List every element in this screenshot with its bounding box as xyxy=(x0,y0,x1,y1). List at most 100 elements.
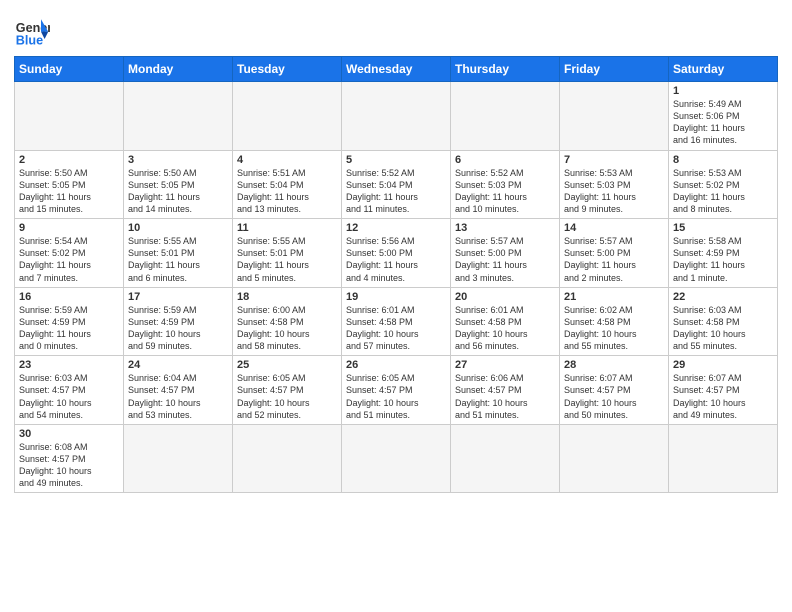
weekday-sunday: Sunday xyxy=(15,57,124,82)
day-info: Sunrise: 5:50 AM Sunset: 5:05 PM Dayligh… xyxy=(128,167,228,216)
day-cell: 12Sunrise: 5:56 AM Sunset: 5:00 PM Dayli… xyxy=(342,219,451,288)
day-info: Sunrise: 5:58 AM Sunset: 4:59 PM Dayligh… xyxy=(673,235,773,284)
day-info: Sunrise: 6:07 AM Sunset: 4:57 PM Dayligh… xyxy=(564,372,664,421)
day-cell: 27Sunrise: 6:06 AM Sunset: 4:57 PM Dayli… xyxy=(451,356,560,425)
day-cell: 7Sunrise: 5:53 AM Sunset: 5:03 PM Daylig… xyxy=(560,150,669,219)
day-info: Sunrise: 5:59 AM Sunset: 4:59 PM Dayligh… xyxy=(19,304,119,353)
day-info: Sunrise: 5:52 AM Sunset: 5:03 PM Dayligh… xyxy=(455,167,555,216)
day-number: 24 xyxy=(128,359,228,371)
page: General Blue SundayMondayTuesdayWednesda… xyxy=(0,0,792,612)
day-number: 23 xyxy=(19,359,119,371)
day-cell: 30Sunrise: 6:08 AM Sunset: 4:57 PM Dayli… xyxy=(15,424,124,493)
day-cell: 1Sunrise: 5:49 AM Sunset: 5:06 PM Daylig… xyxy=(669,82,778,151)
day-cell: 20Sunrise: 6:01 AM Sunset: 4:58 PM Dayli… xyxy=(451,287,560,356)
day-cell: 14Sunrise: 5:57 AM Sunset: 5:00 PM Dayli… xyxy=(560,219,669,288)
day-info: Sunrise: 6:05 AM Sunset: 4:57 PM Dayligh… xyxy=(237,372,337,421)
day-number: 8 xyxy=(673,154,773,166)
day-info: Sunrise: 5:53 AM Sunset: 5:03 PM Dayligh… xyxy=(564,167,664,216)
day-info: Sunrise: 5:59 AM Sunset: 4:59 PM Dayligh… xyxy=(128,304,228,353)
day-cell xyxy=(451,424,560,493)
day-info: Sunrise: 5:55 AM Sunset: 5:01 PM Dayligh… xyxy=(128,235,228,284)
day-cell xyxy=(233,82,342,151)
day-cell: 17Sunrise: 5:59 AM Sunset: 4:59 PM Dayli… xyxy=(124,287,233,356)
day-cell: 10Sunrise: 5:55 AM Sunset: 5:01 PM Dayli… xyxy=(124,219,233,288)
day-info: Sunrise: 6:06 AM Sunset: 4:57 PM Dayligh… xyxy=(455,372,555,421)
day-info: Sunrise: 6:01 AM Sunset: 4:58 PM Dayligh… xyxy=(455,304,555,353)
day-info: Sunrise: 5:56 AM Sunset: 5:00 PM Dayligh… xyxy=(346,235,446,284)
day-info: Sunrise: 5:50 AM Sunset: 5:05 PM Dayligh… xyxy=(19,167,119,216)
day-number: 20 xyxy=(455,291,555,303)
day-info: Sunrise: 5:53 AM Sunset: 5:02 PM Dayligh… xyxy=(673,167,773,216)
day-info: Sunrise: 6:07 AM Sunset: 4:57 PM Dayligh… xyxy=(673,372,773,421)
day-cell: 13Sunrise: 5:57 AM Sunset: 5:00 PM Dayli… xyxy=(451,219,560,288)
day-number: 29 xyxy=(673,359,773,371)
day-info: Sunrise: 5:57 AM Sunset: 5:00 PM Dayligh… xyxy=(455,235,555,284)
weekday-friday: Friday xyxy=(560,57,669,82)
day-info: Sunrise: 6:01 AM Sunset: 4:58 PM Dayligh… xyxy=(346,304,446,353)
logo-icon: General Blue xyxy=(14,12,50,48)
weekday-monday: Monday xyxy=(124,57,233,82)
day-info: Sunrise: 5:49 AM Sunset: 5:06 PM Dayligh… xyxy=(673,98,773,147)
day-cell: 26Sunrise: 6:05 AM Sunset: 4:57 PM Dayli… xyxy=(342,356,451,425)
day-number: 18 xyxy=(237,291,337,303)
day-number: 9 xyxy=(19,222,119,234)
day-number: 27 xyxy=(455,359,555,371)
day-cell: 3Sunrise: 5:50 AM Sunset: 5:05 PM Daylig… xyxy=(124,150,233,219)
day-number: 4 xyxy=(237,154,337,166)
day-cell: 4Sunrise: 5:51 AM Sunset: 5:04 PM Daylig… xyxy=(233,150,342,219)
day-info: Sunrise: 5:55 AM Sunset: 5:01 PM Dayligh… xyxy=(237,235,337,284)
day-info: Sunrise: 5:57 AM Sunset: 5:00 PM Dayligh… xyxy=(564,235,664,284)
day-info: Sunrise: 6:02 AM Sunset: 4:58 PM Dayligh… xyxy=(564,304,664,353)
week-row-3: 9Sunrise: 5:54 AM Sunset: 5:02 PM Daylig… xyxy=(15,219,778,288)
day-number: 28 xyxy=(564,359,664,371)
day-cell: 19Sunrise: 6:01 AM Sunset: 4:58 PM Dayli… xyxy=(342,287,451,356)
day-cell xyxy=(342,424,451,493)
day-cell: 29Sunrise: 6:07 AM Sunset: 4:57 PM Dayli… xyxy=(669,356,778,425)
day-number: 2 xyxy=(19,154,119,166)
week-row-2: 2Sunrise: 5:50 AM Sunset: 5:05 PM Daylig… xyxy=(15,150,778,219)
week-row-1: 1Sunrise: 5:49 AM Sunset: 5:06 PM Daylig… xyxy=(15,82,778,151)
day-cell: 18Sunrise: 6:00 AM Sunset: 4:58 PM Dayli… xyxy=(233,287,342,356)
day-cell: 8Sunrise: 5:53 AM Sunset: 5:02 PM Daylig… xyxy=(669,150,778,219)
day-cell: 5Sunrise: 5:52 AM Sunset: 5:04 PM Daylig… xyxy=(342,150,451,219)
day-cell xyxy=(451,82,560,151)
day-cell: 6Sunrise: 5:52 AM Sunset: 5:03 PM Daylig… xyxy=(451,150,560,219)
weekday-saturday: Saturday xyxy=(669,57,778,82)
day-cell xyxy=(560,424,669,493)
day-cell: 11Sunrise: 5:55 AM Sunset: 5:01 PM Dayli… xyxy=(233,219,342,288)
day-info: Sunrise: 5:54 AM Sunset: 5:02 PM Dayligh… xyxy=(19,235,119,284)
day-info: Sunrise: 6:08 AM Sunset: 4:57 PM Dayligh… xyxy=(19,441,119,490)
calendar: SundayMondayTuesdayWednesdayThursdayFrid… xyxy=(14,56,778,493)
day-number: 13 xyxy=(455,222,555,234)
day-number: 16 xyxy=(19,291,119,303)
day-number: 21 xyxy=(564,291,664,303)
day-cell: 28Sunrise: 6:07 AM Sunset: 4:57 PM Dayli… xyxy=(560,356,669,425)
day-number: 6 xyxy=(455,154,555,166)
week-row-4: 16Sunrise: 5:59 AM Sunset: 4:59 PM Dayli… xyxy=(15,287,778,356)
day-cell: 16Sunrise: 5:59 AM Sunset: 4:59 PM Dayli… xyxy=(15,287,124,356)
weekday-thursday: Thursday xyxy=(451,57,560,82)
day-number: 5 xyxy=(346,154,446,166)
logo: General Blue xyxy=(14,12,50,48)
day-cell xyxy=(233,424,342,493)
day-number: 1 xyxy=(673,85,773,97)
day-number: 26 xyxy=(346,359,446,371)
day-number: 17 xyxy=(128,291,228,303)
day-number: 30 xyxy=(19,428,119,440)
day-number: 25 xyxy=(237,359,337,371)
weekday-header-row: SundayMondayTuesdayWednesdayThursdayFrid… xyxy=(15,57,778,82)
day-cell xyxy=(560,82,669,151)
day-cell: 9Sunrise: 5:54 AM Sunset: 5:02 PM Daylig… xyxy=(15,219,124,288)
day-cell: 23Sunrise: 6:03 AM Sunset: 4:57 PM Dayli… xyxy=(15,356,124,425)
header: General Blue xyxy=(14,12,778,48)
day-cell: 22Sunrise: 6:03 AM Sunset: 4:58 PM Dayli… xyxy=(669,287,778,356)
weekday-wednesday: Wednesday xyxy=(342,57,451,82)
day-info: Sunrise: 6:05 AM Sunset: 4:57 PM Dayligh… xyxy=(346,372,446,421)
week-row-6: 30Sunrise: 6:08 AM Sunset: 4:57 PM Dayli… xyxy=(15,424,778,493)
day-cell xyxy=(124,424,233,493)
day-info: Sunrise: 5:52 AM Sunset: 5:04 PM Dayligh… xyxy=(346,167,446,216)
day-cell: 24Sunrise: 6:04 AM Sunset: 4:57 PM Dayli… xyxy=(124,356,233,425)
day-info: Sunrise: 6:03 AM Sunset: 4:58 PM Dayligh… xyxy=(673,304,773,353)
day-info: Sunrise: 6:03 AM Sunset: 4:57 PM Dayligh… xyxy=(19,372,119,421)
day-cell: 21Sunrise: 6:02 AM Sunset: 4:58 PM Dayli… xyxy=(560,287,669,356)
